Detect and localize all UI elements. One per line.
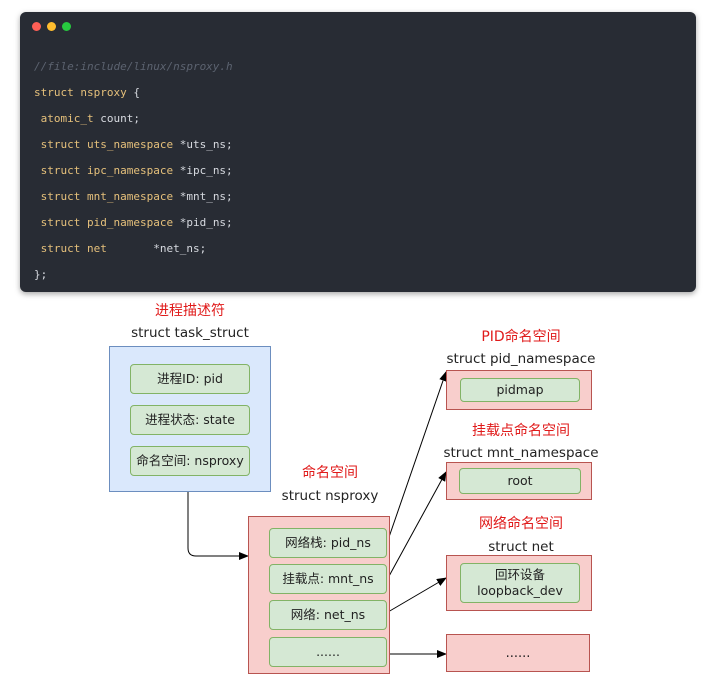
task-struct-title: 进程描述符 xyxy=(155,303,225,319)
pid-namespace-subtitle: struct pid_namespace xyxy=(446,351,596,367)
nsproxy-subtitle: struct nsproxy xyxy=(281,488,379,504)
struct-name: nsproxy xyxy=(80,86,127,99)
task-field-nsproxy: 命名空间: nsproxy xyxy=(130,446,250,476)
net-namespace-subtitle: struct net xyxy=(488,539,554,555)
field-type: atomic_t xyxy=(34,112,94,125)
code-line-field: struct ipc_namespace *ipc_ns; xyxy=(34,158,233,184)
close-brace: }; xyxy=(34,268,48,281)
field-type: struct net xyxy=(34,242,107,255)
code-window: //file:include/linux/nsproxy.h struct ns… xyxy=(20,12,696,292)
code-line-field: struct pid_namespace *pid_ns; xyxy=(34,210,233,236)
net-namespace-box: 回环设备 loopback_dev xyxy=(446,555,592,611)
code-block: //file:include/linux/nsproxy.h struct ns… xyxy=(34,54,233,288)
field-type: struct mnt_namespace xyxy=(34,190,174,203)
field-name: *mnt_ns; xyxy=(173,190,233,203)
code-line-field: atomic_t count; xyxy=(34,106,233,132)
mnt-namespace-box: root xyxy=(446,462,592,500)
nsproxy-box: 网络栈: pid_ns 挂载点: mnt_ns 网络: net_ns .....… xyxy=(248,516,390,674)
code-line-field: struct mnt_namespace *mnt_ns; xyxy=(34,184,233,210)
close-dot-icon[interactable] xyxy=(32,22,41,31)
task-struct-subtitle: struct task_struct xyxy=(131,325,249,341)
pid-namespace-box: pidmap xyxy=(446,370,592,410)
pid-namespace-field-pidmap: pidmap xyxy=(460,378,580,402)
nsproxy-field-mnt-ns: 挂载点: mnt_ns xyxy=(269,564,387,594)
nsproxy-field-more: ...... xyxy=(269,637,387,667)
code-line-struct-open: struct nsproxy { xyxy=(34,80,233,106)
field-type: struct pid_namespace xyxy=(34,216,174,229)
loopback-label-en: loopback_dev xyxy=(477,583,563,598)
mnt-namespace-field-root: root xyxy=(459,468,581,494)
field-type: struct uts_namespace xyxy=(34,138,174,151)
struct-keyword: struct xyxy=(34,86,74,99)
net-namespace-field-loopback: 回环设备 loopback_dev xyxy=(460,563,580,603)
other-namespace-box: ...... xyxy=(446,634,590,672)
namespace-diagram: 进程描述符 struct task_struct 进程ID: pid 进程状态:… xyxy=(0,292,709,676)
open-brace: { xyxy=(126,86,140,99)
nsproxy-field-pid-ns: 网络栈: pid_ns xyxy=(269,528,387,558)
task-struct-box: 进程ID: pid 进程状态: state 命名空间: nsproxy xyxy=(109,346,271,492)
field-type: struct ipc_namespace xyxy=(34,164,174,177)
code-line-comment: //file:include/linux/nsproxy.h xyxy=(34,54,233,80)
pid-namespace-title: PID命名空间 xyxy=(481,329,561,345)
code-comment: //file:include/linux/nsproxy.h xyxy=(34,60,233,73)
arrow-to-net-namespace xyxy=(387,577,447,613)
window-controls xyxy=(32,22,71,31)
code-line-field: struct uts_namespace *uts_ns; xyxy=(34,132,233,158)
task-field-pid: 进程ID: pid xyxy=(130,364,250,394)
maximize-dot-icon[interactable] xyxy=(62,22,71,31)
field-name: *ipc_ns; xyxy=(173,164,233,177)
loopback-label-cn: 回环设备 xyxy=(494,567,545,582)
nsproxy-field-net-ns: 网络: net_ns xyxy=(269,600,387,630)
minimize-dot-icon[interactable] xyxy=(47,22,56,31)
code-line-struct-close: }; xyxy=(34,262,233,288)
field-name: *uts_ns; xyxy=(173,138,233,151)
net-namespace-title: 网络命名空间 xyxy=(479,516,563,532)
mnt-namespace-title: 挂载点命名空间 xyxy=(472,423,570,439)
field-name: count; xyxy=(93,112,140,125)
mnt-namespace-subtitle: struct mnt_namespace xyxy=(443,445,599,461)
nsproxy-title: 命名空间 xyxy=(302,465,358,481)
field-name: *pid_ns; xyxy=(173,216,233,229)
task-field-state: 进程状态: state xyxy=(130,405,250,435)
field-name: *net_ns; xyxy=(106,242,207,255)
code-line-field: struct net *net_ns; xyxy=(34,236,233,262)
